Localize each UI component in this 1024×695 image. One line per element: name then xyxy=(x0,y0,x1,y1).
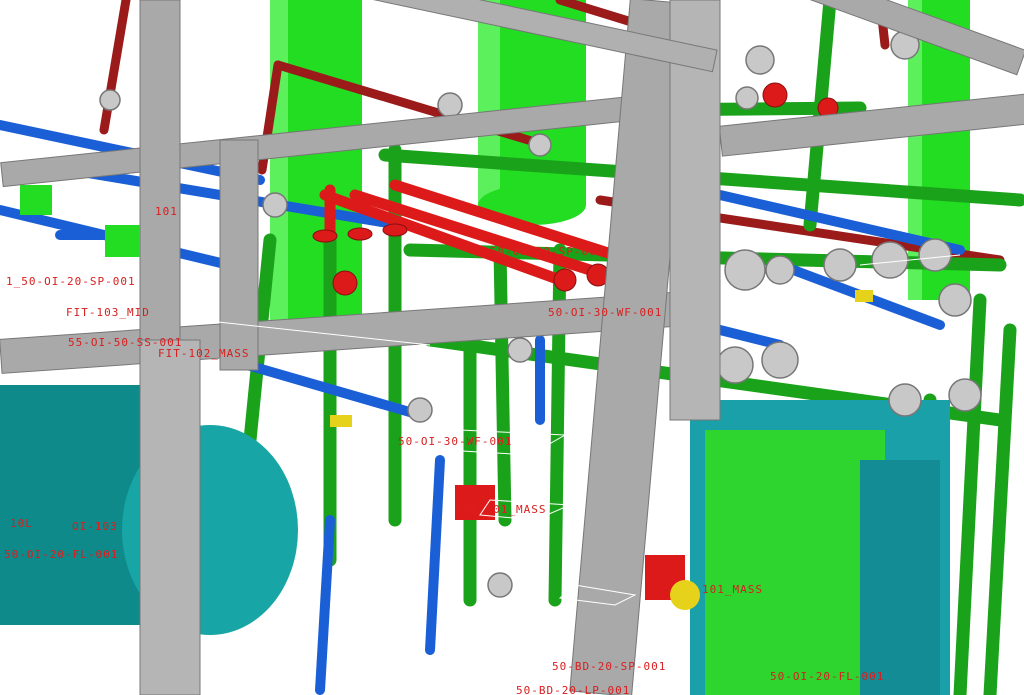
tag-label[interactable]: 10L xyxy=(10,517,33,530)
tag-label[interactable]: 50-OI-30-WF-001 xyxy=(548,306,662,319)
tag-label[interactable]: 101_MASS xyxy=(702,583,763,596)
tag-label[interactable]: 50-OI-20-FL-001 xyxy=(770,670,884,683)
cad-3d-viewport[interactable]: 1_50-OI-20-SP-001 FIT-103_MID 55-OI-50-S… xyxy=(0,0,1024,695)
tag-label[interactable]: 50-BD-20-SP-001 xyxy=(552,660,666,673)
tag-label[interactable]: FIT-103_MID xyxy=(66,306,150,319)
tag-label[interactable]: 1_50-OI-20-SP-001 xyxy=(6,275,136,288)
tag-label[interactable]: OI-103 xyxy=(72,520,118,533)
tag-label[interactable]: FIT-101_MASS xyxy=(455,503,546,516)
tag-label[interactable]: 50-OI-20-FL-001 xyxy=(4,548,118,561)
tag-label[interactable]: FIT-102_MASS xyxy=(158,347,249,360)
tag-label[interactable]: 50-BD-20-LP-001 xyxy=(516,684,630,695)
tag-label[interactable]: 50-OI-30-WF-001 xyxy=(398,435,512,448)
tag-label[interactable]: 50-OI-20-SP-001 xyxy=(490,245,604,258)
tag-label[interactable]: 101 xyxy=(155,205,178,218)
